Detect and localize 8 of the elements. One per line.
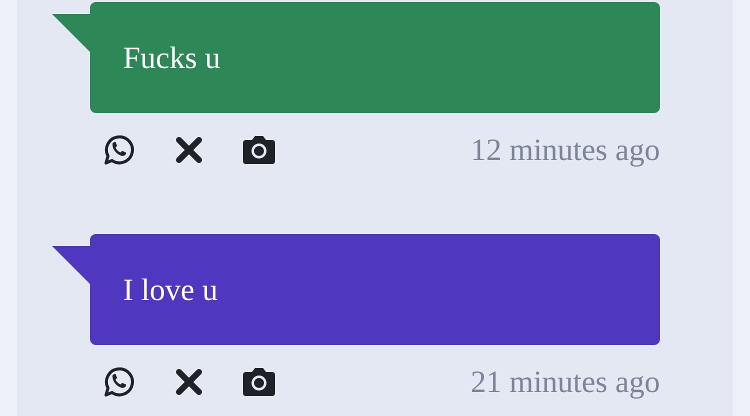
message-text: Fucks u [123, 40, 220, 76]
close-icon[interactable] [174, 135, 204, 165]
message-text: I love u [123, 272, 218, 308]
camera-icon[interactable] [241, 134, 277, 166]
timestamp: 21 minutes ago [470, 364, 660, 400]
timestamp: 12 minutes ago [470, 132, 660, 168]
close-icon[interactable] [174, 367, 204, 397]
camera-icon[interactable] [241, 366, 277, 398]
